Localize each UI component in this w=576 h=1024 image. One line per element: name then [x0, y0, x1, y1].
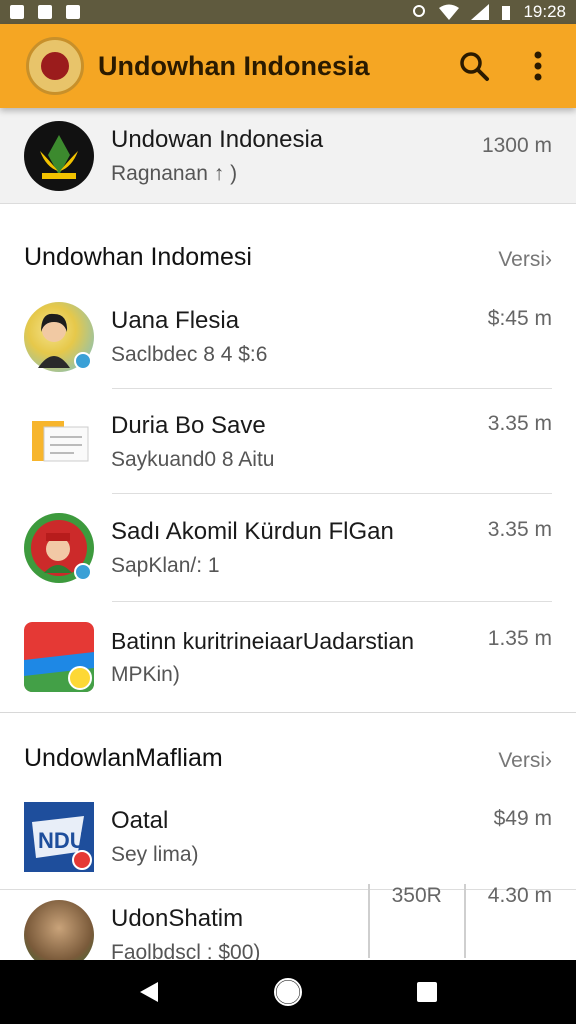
system-nav-bar	[0, 960, 576, 1024]
item-meta: 4.30 m	[487, 883, 552, 907]
featured-subtitle: Ragnanan ↑ )	[111, 161, 238, 185]
item-subtitle: MPKin)	[111, 662, 180, 686]
item-meta: $:45 m	[487, 306, 552, 330]
app-logo-emblem	[26, 37, 84, 95]
status-bar: 19:28	[0, 0, 576, 24]
item-meta: 3.35 m	[487, 518, 552, 541]
item-avatar	[24, 513, 94, 583]
cell-signal-icon	[471, 4, 490, 20]
more-vert-icon	[534, 51, 542, 81]
item-title: Duria Bo Save	[111, 411, 266, 439]
section-header: UndowlanMafliam Versi›	[0, 713, 576, 785]
recents-square-icon	[416, 982, 437, 1002]
app-title: Undowhan Indonesia	[98, 50, 370, 81]
item-title: Oatal	[111, 807, 169, 834]
more-options-button[interactable]	[516, 44, 560, 88]
notification-icon	[10, 5, 24, 19]
document-icon	[32, 420, 89, 461]
item-title: Uana Flesia	[111, 306, 240, 334]
item-subtitle: Faolbdscl : $00)	[111, 940, 261, 961]
section-header: Undowhan Indomesi Versi›	[0, 204, 576, 284]
home-button[interactable]	[268, 972, 308, 1012]
item-meta: 3.35 m	[487, 411, 552, 435]
search-icon	[460, 52, 489, 81]
item-title: UdonShatim	[111, 904, 244, 932]
item-subtitle: Sey lima)	[111, 843, 199, 866]
chevron-right-icon: ›	[545, 749, 552, 772]
recents-button[interactable]	[407, 972, 447, 1012]
item-avatar	[24, 301, 94, 372]
item-avatar	[24, 407, 94, 477]
list-item[interactable]: Batinn kuritrineiaarUadarstian MPKin) 1.…	[0, 602, 576, 712]
app-bar: Undowhan Indonesia	[0, 24, 576, 108]
back-button[interactable]	[129, 972, 169, 1012]
chevron-right-icon: ›	[545, 248, 552, 271]
featured-title: Undowan Indonesia	[111, 125, 324, 153]
section-title: UndowlanMafliam	[24, 744, 223, 772]
home-circle-icon	[273, 978, 302, 1006]
app-notification-icon	[66, 5, 80, 19]
featured-item[interactable]: Undowan Indonesia Ragnanan ↑ ) 1300 m	[0, 108, 576, 204]
list-item[interactable]: NDU Oatal Sey lima) $49 m	[0, 785, 576, 889]
featured-meta: 1300 m	[481, 134, 552, 157]
wifi-icon	[439, 4, 460, 20]
featured-avatar	[24, 120, 94, 191]
item-subtitle: Saclbdec 8 4 $:6	[111, 342, 268, 366]
item-meta: 1.35 m	[487, 627, 552, 650]
list-item[interactable]: Duria Bo Save Saykuand0 8 Aitu 3.35 m	[0, 389, 576, 494]
status-time: 19:28	[523, 2, 566, 21]
location-icon	[413, 5, 426, 17]
item-avatar: NDU	[24, 802, 94, 872]
item-avatar	[24, 899, 94, 960]
list-item[interactable]: Uana Flesia Saclbdec 8 4 $:6 $:45 m	[0, 284, 576, 389]
image-notification-icon	[38, 5, 52, 19]
content-scroll[interactable]: Undowan Indonesia Ragnanan ↑ ) 1300 m Un…	[0, 108, 576, 960]
item-meta: $49 m	[493, 807, 552, 830]
battery-icon	[502, 6, 511, 20]
section-more-link[interactable]: Versi›	[498, 248, 552, 272]
section-more-link[interactable]: Versi›	[498, 749, 552, 773]
back-triangle-icon	[140, 982, 159, 1002]
item-title: Batinn kuritrineiaarUadarstian	[111, 627, 414, 654]
item-subtitle: Saykuand0 8 Aitu	[111, 447, 275, 471]
app-tile-icon	[24, 622, 94, 692]
svg-text:NDU: NDU	[38, 828, 86, 853]
search-button[interactable]	[452, 44, 496, 88]
list-item-partial[interactable]: UdonShatim Faolbdscl : $00) 350R 4.30 m	[0, 883, 576, 961]
item-count: 350R	[391, 883, 442, 907]
item-title: Sadı Akomil Kürdun FlGan	[111, 518, 394, 545]
item-subtitle: SapKlan/: 1	[111, 554, 220, 577]
item-avatar	[24, 622, 94, 692]
section-title: Undowhan Indomesi	[24, 243, 252, 271]
list-item[interactable]: Sadı Akomil Kürdun FlGan SapKlan/: 1 3.3…	[0, 494, 576, 602]
